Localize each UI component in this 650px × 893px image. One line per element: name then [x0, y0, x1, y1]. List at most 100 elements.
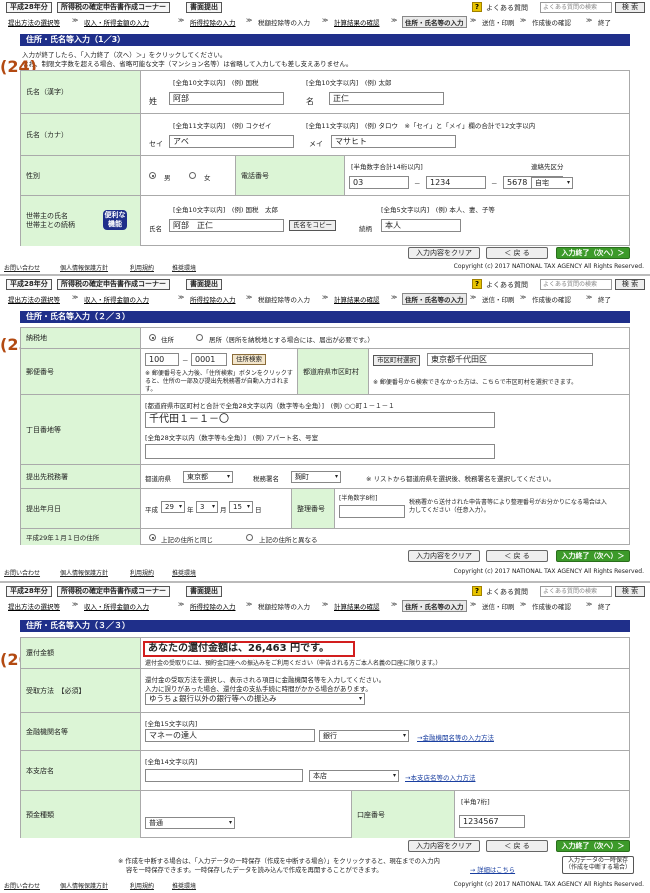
pref-select[interactable]: 東京都 — [183, 471, 233, 483]
city-select-button[interactable]: 市区町村選択 — [373, 355, 420, 366]
zip-1-input[interactable]: 100 — [145, 353, 179, 366]
male-label: 男 — [164, 174, 171, 182]
branch-input[interactable] — [145, 769, 303, 782]
search-button[interactable]: 検 索 — [615, 279, 645, 290]
step-3[interactable]: 所得控除の入力 — [190, 294, 236, 304]
env-link[interactable]: 推奨環境 — [172, 263, 196, 272]
faq-link[interactable]: よくある質問 — [486, 280, 528, 290]
building-input[interactable] — [145, 444, 495, 459]
footer: お問い合わせ 個人情報保護方針 利用規約 推奨環境 Copyright (c) … — [0, 568, 650, 577]
search-input[interactable]: よくある質問の検索 — [540, 279, 612, 290]
contact-link[interactable]: お問い合わせ — [4, 568, 40, 577]
account-input[interactable]: 1234567 — [459, 815, 525, 828]
faq-link[interactable]: よくある質問 — [486, 587, 528, 597]
branch-type-select[interactable]: 本店 — [309, 770, 399, 782]
male-radio[interactable] — [149, 172, 156, 179]
env-link[interactable]: 推奨環境 — [172, 568, 196, 577]
divider — [0, 274, 650, 276]
phone-type-select[interactable]: 自宅 — [531, 177, 573, 189]
save-details-link[interactable]: → 詳細はこちら — [470, 865, 515, 874]
month-select[interactable]: 3 — [196, 501, 218, 513]
next-button[interactable]: 入力終了（次へ）＞ — [556, 550, 630, 562]
search-input[interactable]: よくある質問の検索 — [540, 2, 612, 13]
step-2[interactable]: 収入・所得金額の入力 — [84, 294, 149, 304]
female-radio[interactable] — [189, 172, 196, 179]
relation-input[interactable]: 本人 — [381, 219, 461, 232]
bank-help-link[interactable]: →金融機関名等の入力方法 — [417, 732, 494, 742]
step-5[interactable]: 計算結果の確認 — [334, 294, 380, 304]
year-button[interactable]: 平成28年分 — [6, 2, 52, 13]
clear-button[interactable]: 入力内容をクリア — [408, 550, 480, 562]
kyosho-radio[interactable] — [196, 334, 203, 341]
row-method: 受取方法 【必須】 還付金の受取方法を選択し、表示される項目に金融機関名等を入力… — [21, 668, 629, 712]
method-select[interactable]: ゆうちょ銀行以外の銀行等への振込み — [145, 693, 365, 705]
sei-kana-input[interactable]: アベ — [169, 135, 294, 148]
clear-button[interactable]: 入力内容をクリア — [408, 247, 480, 259]
terms-link[interactable]: 利用規約 — [130, 881, 154, 890]
bank-input[interactable]: マネーの達人 — [145, 729, 315, 742]
clear-button[interactable]: 入力内容をクリア — [408, 840, 480, 852]
next-button[interactable]: 入力終了（次へ）＞ — [556, 840, 630, 852]
addr-radio[interactable] — [149, 334, 156, 341]
office-select[interactable]: 麹町 — [291, 471, 341, 483]
branch-help-link[interactable]: →本支店名等の入力方法 — [405, 772, 475, 782]
print-button[interactable]: 書面提出 — [186, 586, 222, 597]
print-button[interactable]: 書面提出 — [186, 279, 222, 290]
copy-name-button[interactable]: 氏名をコピー — [289, 220, 336, 231]
step-1[interactable]: 提出方法の選択等 — [8, 601, 60, 611]
phone-2-input[interactable]: 1234 — [426, 176, 486, 189]
benri-button[interactable]: 便利な機能 — [103, 210, 127, 230]
step-3[interactable]: 所得控除の入力 — [190, 17, 236, 27]
day-select[interactable]: 15 — [229, 501, 253, 513]
step-7: 送信・印刷 — [482, 296, 515, 304]
city-input[interactable]: 東京都千代田区 — [427, 353, 593, 366]
year-button[interactable]: 平成28年分 — [6, 586, 52, 597]
year-button[interactable]: 平成28年分 — [6, 279, 52, 290]
step-2[interactable]: 収入・所得金額の入力 — [84, 601, 149, 611]
bank-type-select[interactable]: 銀行 — [319, 730, 409, 742]
back-button[interactable]: ＜ 戻 る — [486, 247, 548, 259]
back-button[interactable]: ＜ 戻 る — [486, 550, 548, 562]
seiri-input[interactable] — [339, 505, 405, 518]
mei-kana-input[interactable]: マサヒト — [331, 135, 456, 148]
privacy-link[interactable]: 個人情報保護方針 — [60, 263, 108, 272]
mei-input[interactable]: 正仁 — [329, 92, 444, 105]
row-date: 提出年月日 平成 29 年 3 月 15 日 整理番号 [半角数字8桁] 税務署… — [21, 488, 629, 528]
zip-2-input[interactable]: 0001 — [191, 353, 227, 366]
back-button[interactable]: ＜ 戻 る — [486, 840, 548, 852]
search-button[interactable]: 検 索 — [615, 586, 645, 597]
faq-link[interactable]: よくある質問 — [486, 3, 528, 13]
householder-name-input[interactable]: 阿部 正仁 — [169, 219, 284, 232]
step-3[interactable]: 所得控除の入力 — [190, 601, 236, 611]
phone-1-input[interactable]: 03 — [349, 176, 409, 189]
privacy-link[interactable]: 個人情報保護方針 — [60, 881, 108, 890]
search-button[interactable]: 検 索 — [615, 2, 645, 13]
contact-link[interactable]: お問い合わせ — [4, 263, 40, 272]
diff-radio[interactable] — [246, 534, 253, 541]
sei-input[interactable]: 阿部 — [169, 92, 284, 105]
next-button[interactable]: 入力終了（次へ）＞ — [556, 247, 630, 259]
deposit-select[interactable]: 普通 — [145, 817, 235, 829]
step-8: 作成後の確認 — [532, 296, 571, 304]
zip-search-button[interactable]: 住所検索 — [232, 354, 266, 365]
search-input[interactable]: よくある質問の検索 — [540, 586, 612, 597]
step-1[interactable]: 提出方法の選択等 — [8, 294, 60, 304]
corner-title-button[interactable]: 所得税の確定申告書作成コーナー — [57, 586, 170, 597]
chome-input[interactable]: 千代田１－１－〇 — [145, 412, 495, 428]
step-1[interactable]: 提出方法の選択等 — [8, 17, 60, 27]
step-5[interactable]: 計算結果の確認 — [334, 17, 380, 27]
step-2[interactable]: 収入・所得金額の入力 — [84, 17, 149, 27]
env-link[interactable]: 推奨環境 — [172, 881, 196, 890]
same-radio[interactable] — [149, 534, 156, 541]
contact-link[interactable]: お問い合わせ — [4, 881, 40, 890]
label-gender: 性別 — [21, 156, 141, 195]
terms-link[interactable]: 利用規約 — [130, 568, 154, 577]
terms-link[interactable]: 利用規約 — [130, 263, 154, 272]
save-temp-button[interactable]: 入力データの一時保存（作成を中断する場合） — [562, 856, 634, 874]
corner-title-button[interactable]: 所得税の確定申告書作成コーナー — [57, 2, 170, 13]
privacy-link[interactable]: 個人情報保護方針 — [60, 568, 108, 577]
step-5[interactable]: 計算結果の確認 — [334, 601, 380, 611]
year-select[interactable]: 29 — [161, 501, 185, 513]
corner-title-button[interactable]: 所得税の確定申告書作成コーナー — [57, 279, 170, 290]
print-button[interactable]: 書面提出 — [186, 2, 222, 13]
